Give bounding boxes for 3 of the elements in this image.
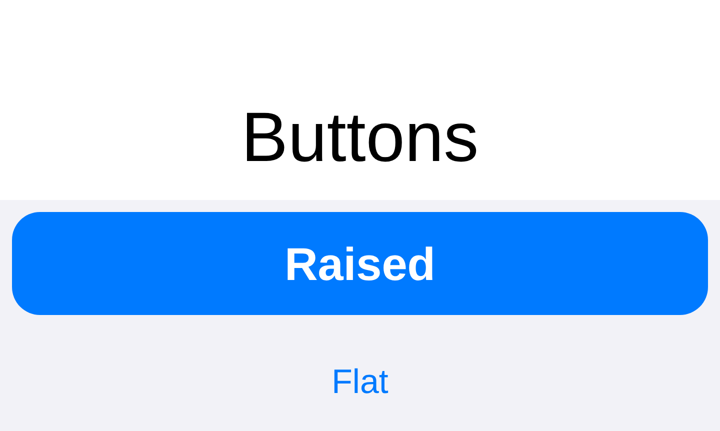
page-title: Buttons xyxy=(241,102,479,172)
flat-button[interactable]: Flat xyxy=(320,359,400,406)
raised-button[interactable]: Raised xyxy=(12,212,708,315)
